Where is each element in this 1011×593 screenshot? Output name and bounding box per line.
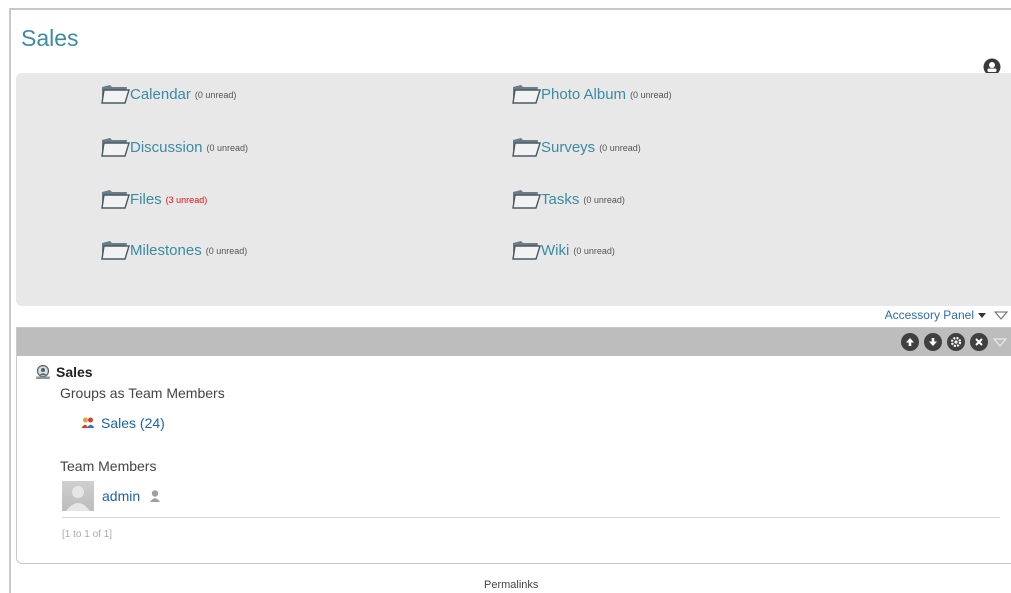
- folder-name[interactable]: Wiki: [541, 242, 569, 259]
- folder-name[interactable]: Calendar: [130, 86, 191, 103]
- folder-link-calendar[interactable]: Calendar (0 unread): [100, 83, 236, 105]
- divider: [62, 517, 1000, 518]
- frame-top-border: [9, 8, 1011, 10]
- folder-icon: [512, 85, 541, 104]
- folder-name[interactable]: Files: [130, 191, 162, 208]
- page-title: Sales: [21, 25, 79, 51]
- portlet-header: [17, 328, 1011, 356]
- folder-icon: [101, 241, 130, 260]
- folder-link-files[interactable]: Files (3 unread): [100, 188, 207, 210]
- accessory-panel-label[interactable]: Accessory Panel: [885, 308, 974, 322]
- member-name[interactable]: admin: [102, 488, 140, 504]
- arrow-down-icon[interactable]: [924, 333, 942, 351]
- close-icon[interactable]: [970, 333, 988, 351]
- group-link[interactable]: Sales (24): [81, 415, 165, 431]
- team-portlet: Sales Groups as Team Members Sales (24) …: [16, 327, 1011, 564]
- unread-count: (0 unread): [599, 143, 641, 153]
- unread-count: (0 unread): [206, 143, 249, 153]
- unread-count: (3 unread): [165, 195, 208, 205]
- folder-name[interactable]: Milestones: [130, 242, 202, 259]
- collapse-triangle-icon[interactable]: [994, 311, 1008, 320]
- portlet-controls: [901, 333, 1007, 351]
- unread-count: (0 unread): [573, 246, 615, 256]
- unread-count: (0 unread): [630, 90, 672, 100]
- team-icon: [36, 364, 50, 379]
- folder-link-wiki[interactable]: Wiki (0 unread): [511, 239, 615, 261]
- folder-icon: [101, 190, 130, 209]
- avatar[interactable]: [62, 481, 94, 511]
- folder-name[interactable]: Photo Album: [541, 86, 626, 103]
- unread-count: (0 unread): [583, 195, 625, 205]
- folder-name[interactable]: Discussion: [130, 139, 203, 156]
- team-name: Sales: [56, 364, 93, 380]
- accessory-panel-toggle[interactable]: Accessory Panel: [885, 308, 1008, 322]
- permalinks-link[interactable]: Permalinks: [484, 579, 538, 591]
- unread-count: (0 unread): [205, 246, 248, 256]
- unread-count: (0 unread): [194, 90, 237, 100]
- gear-icon[interactable]: [947, 333, 965, 351]
- pagination-info: [1 to 1 of 1]: [62, 529, 113, 540]
- user-silhouette-icon: [150, 490, 161, 502]
- folder-link-surveys[interactable]: Surveys (0 unread): [511, 136, 641, 158]
- team-members-label: Team Members: [60, 458, 157, 474]
- folder-icon: [512, 190, 541, 209]
- team-heading: Sales: [35, 364, 93, 380]
- groups-label: Groups as Team Members: [60, 385, 225, 401]
- folder-link-milestones[interactable]: Milestones (0 unread): [100, 239, 247, 261]
- folder-link-discussion[interactable]: Discussion (0 unread): [100, 136, 248, 158]
- folder-link-tasks[interactable]: Tasks (0 unread): [511, 188, 625, 210]
- group-link-text[interactable]: Sales (24): [101, 415, 165, 431]
- folder-name[interactable]: Surveys: [541, 139, 595, 156]
- folder-icon: [101, 85, 130, 104]
- group-icon: [81, 417, 95, 428]
- arrow-up-icon[interactable]: [901, 333, 919, 351]
- caret-down-icon[interactable]: [978, 312, 986, 318]
- folder-icon: [101, 138, 130, 157]
- frame-left-border: [9, 8, 11, 593]
- folder-name[interactable]: Tasks: [541, 191, 579, 208]
- member-row: admin: [62, 481, 161, 511]
- collapse-triangle-icon[interactable]: [993, 338, 1007, 347]
- folder-link-photo-album[interactable]: Photo Album (0 unread): [511, 83, 672, 105]
- folder-icon: [512, 241, 541, 260]
- folder-panel: Calendar (0 unread) Discussion (0 unread…: [16, 73, 1011, 306]
- folder-icon: [512, 138, 541, 157]
